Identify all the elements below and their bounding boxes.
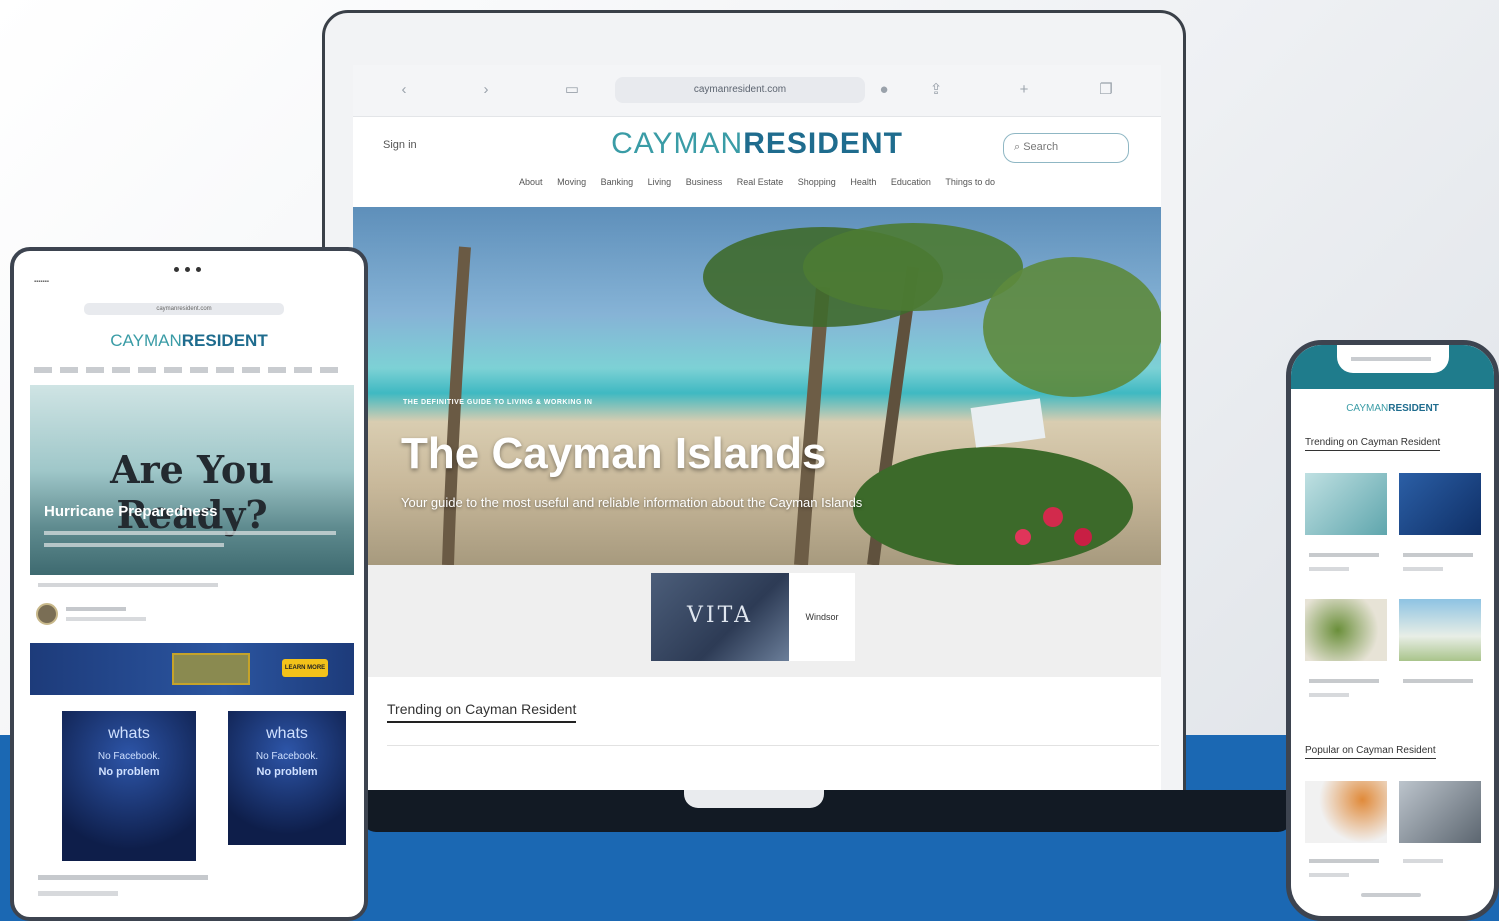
tablet-nav[interactable] [34, 367, 344, 373]
article-thumbnail[interactable] [1399, 599, 1481, 661]
tablet-promo-card[interactable]: whats No Facebook. No problem [228, 711, 346, 845]
phone-site-logo[interactable]: CAYMANRESIDENT [1291, 403, 1494, 414]
home-indicator[interactable] [1361, 893, 1421, 897]
hero-title: The Cayman Islands [401, 429, 827, 478]
tablet-camera [171, 259, 211, 272]
main-nav: About Moving Banking Living Business Rea… [353, 177, 1161, 197]
search-icon: ⌕ [1014, 141, 1024, 153]
card-line-1: whats [108, 725, 150, 742]
hero-kicker: THE DEFINITIVE GUIDE TO LIVING & WORKING… [403, 399, 593, 406]
ad-card[interactable]: Windsor [789, 573, 855, 661]
site-header: Sign in CAYMANRESIDENT ⌕ Search [353, 117, 1161, 173]
phone-section-heading: Trending on Cayman Resident [1305, 437, 1441, 451]
text-placeholder [44, 543, 224, 547]
divider [387, 745, 1159, 746]
nav-item[interactable]: Health [850, 177, 876, 187]
article-thumbnail[interactable] [1399, 781, 1481, 843]
card-line-1: whats [266, 725, 308, 742]
phone-device: CAYMANRESIDENT Trending on Cayman Reside… [1286, 340, 1499, 921]
new-tab-icon[interactable]: + [1013, 79, 1035, 101]
article-caption [1309, 679, 1379, 683]
article-thumbnail[interactable] [1305, 781, 1387, 843]
status-bar: ▪▪▪▪▪▪▪ [34, 279, 49, 285]
browser-toolbar: ‹ › ▭ ≡ caymanresident.com ● ⇪ + ❐ [353, 65, 1161, 117]
tablet-address-bar[interactable]: caymanresident.com [84, 303, 284, 315]
article-caption [1309, 873, 1349, 877]
laptop-base [362, 790, 1292, 832]
article-caption [1403, 567, 1443, 571]
article-caption [1403, 859, 1443, 863]
tablet-hero-title: Are You Ready? [110, 447, 274, 537]
phone-section-heading: Popular on Cayman Resident [1305, 745, 1436, 759]
hero-banner[interactable]: THE DEFINITIVE GUIDE TO LIVING & WORKING… [353, 207, 1161, 565]
ad-image-text: VITA [687, 603, 753, 628]
tabs-icon[interactable]: ❐ [1095, 79, 1117, 101]
card-line-3: No problem [98, 766, 160, 778]
tablet-ad-banner[interactable]: LEARN MORE [30, 643, 354, 695]
card-caption [38, 891, 118, 896]
article-thumbnail[interactable] [1305, 473, 1387, 535]
article-caption [1309, 693, 1349, 697]
sidebar-icon[interactable]: ▭ [561, 79, 583, 101]
logo-text-light: CAYMAN [1346, 403, 1389, 414]
laptop-device: ‹ › ▭ ≡ caymanresident.com ● ⇪ + ❐ Sign … [322, 10, 1186, 800]
laptop-screen: ‹ › ▭ ≡ caymanresident.com ● ⇪ + ❐ Sign … [353, 65, 1161, 797]
card-line-2: No Facebook. [255, 751, 319, 762]
phone-address-bar[interactable] [1351, 357, 1431, 361]
text-placeholder [44, 531, 336, 535]
banner-image [172, 653, 250, 685]
nav-item[interactable]: Moving [557, 177, 586, 187]
card-line-2: No Facebook. [97, 751, 161, 762]
nav-item[interactable]: Business [686, 177, 723, 187]
article-caption [1403, 553, 1473, 557]
logo-text-bold: RESIDENT [1388, 403, 1439, 414]
tablet-hero[interactable]: Are You Ready? Hurricane Preparedness [30, 385, 354, 575]
trending-heading: Trending on Cayman Resident [387, 701, 577, 723]
tablet-device: ▪▪▪▪▪▪▪ caymanresident.com CAYMANRESIDEN… [10, 247, 368, 921]
hero-beach-illustration [442, 223, 1161, 565]
address-bar[interactable]: caymanresident.com [615, 77, 865, 103]
logo-text-bold: RESIDENT [181, 331, 268, 350]
logo-text-bold: RESIDENT [743, 127, 903, 160]
share-icon[interactable]: ⇪ [925, 79, 947, 101]
hero-description: Your guide to the most useful and reliab… [401, 495, 863, 510]
nav-item[interactable]: Real Estate [737, 177, 784, 187]
article-caption [1309, 567, 1349, 571]
forward-icon[interactable]: › [475, 79, 497, 101]
article-thumbnail[interactable] [1305, 599, 1387, 661]
tablet-promo-card[interactable]: whats No Facebook. No problem [62, 711, 196, 861]
microphone-icon[interactable]: ● [873, 79, 895, 101]
tablet-hero-subtitle: Hurricane Preparedness [44, 503, 218, 520]
author-role [66, 617, 146, 621]
back-icon[interactable]: ‹ [393, 79, 415, 101]
banner-button[interactable]: LEARN MORE [282, 659, 328, 677]
card-line-3: No problem [256, 766, 318, 778]
nav-item[interactable]: Banking [601, 177, 634, 187]
ad-image[interactable]: VITA [651, 573, 789, 661]
tablet-site-logo[interactable]: CAYMANRESIDENT [14, 331, 364, 351]
search-placeholder: Search [1023, 141, 1059, 153]
avatar[interactable] [36, 603, 58, 625]
laptop-notch [684, 790, 824, 808]
nav-item[interactable]: Living [648, 177, 672, 187]
nav-item[interactable]: Shopping [798, 177, 836, 187]
ad-strip: VITA Windsor [353, 565, 1161, 677]
article-caption [1403, 679, 1473, 683]
article-caption [1309, 859, 1379, 863]
nav-item[interactable]: Education [891, 177, 931, 187]
article-thumbnail[interactable] [1399, 473, 1481, 535]
logo-text-light: CAYMAN [110, 331, 182, 350]
card-caption [38, 875, 208, 880]
article-meta [38, 583, 218, 587]
nav-item[interactable]: Things to do [945, 177, 995, 187]
article-caption [1309, 553, 1379, 557]
logo-text-light: CAYMAN [611, 127, 744, 160]
search-input[interactable]: ⌕ Search [1003, 133, 1129, 163]
nav-item[interactable]: About [519, 177, 543, 187]
author-name [66, 607, 126, 611]
